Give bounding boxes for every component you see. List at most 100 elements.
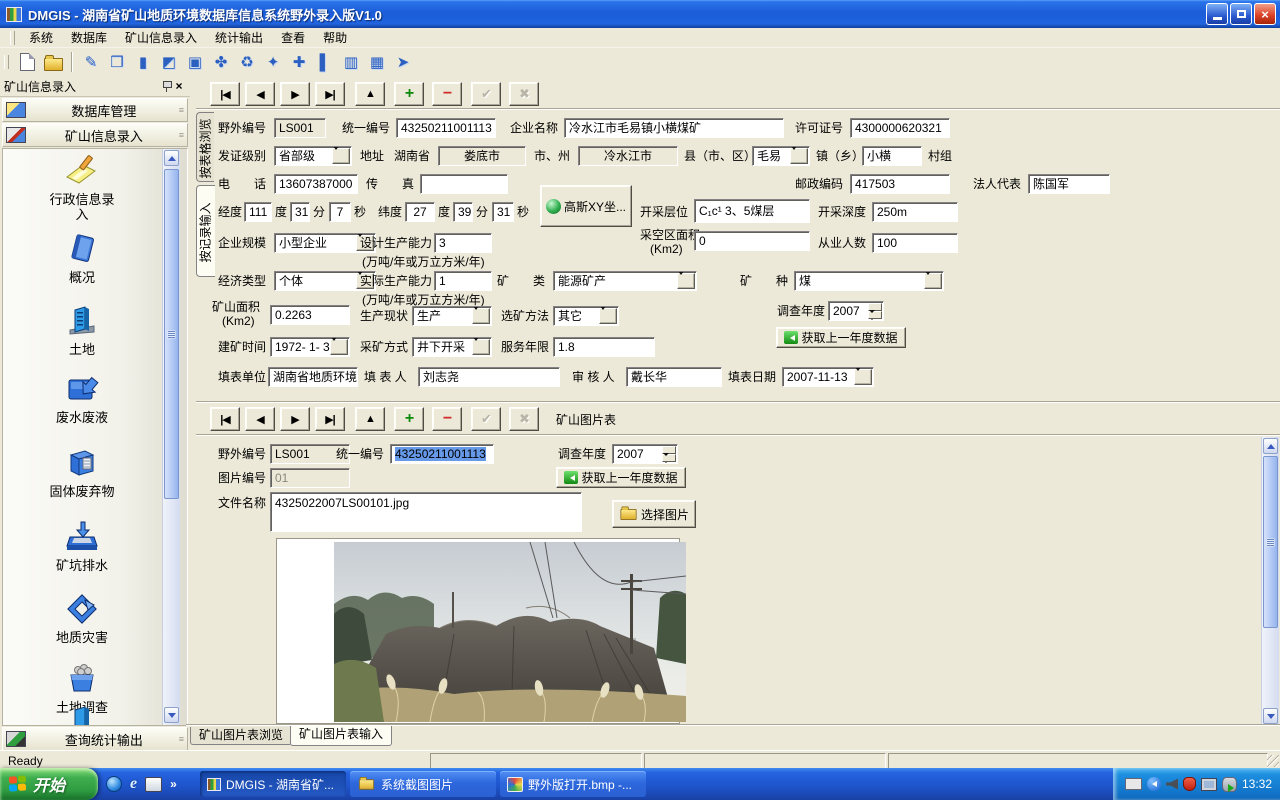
phone-input[interactable]: 13607387000 — [274, 174, 358, 194]
county-combo[interactable]: 毛易 — [752, 146, 810, 166]
actual-capacity-input[interactable]: 1 — [434, 271, 492, 291]
beneficiation-combo[interactable]: 其它 — [553, 306, 619, 326]
chevron-down-icon[interactable] — [790, 148, 808, 164]
close-button[interactable]: × — [1254, 3, 1276, 25]
photo-nav-add-button[interactable]: + — [394, 407, 424, 431]
mineral-kind-combo[interactable]: 煤 — [794, 271, 944, 291]
admin-entry-icon[interactable]: ✎ — [78, 51, 104, 73]
service-years-input[interactable]: 1.8 — [553, 337, 655, 357]
menu-view[interactable]: 查看 — [272, 27, 314, 48]
license-input[interactable]: 4300000620321 — [850, 118, 950, 138]
clock[interactable]: 13:32 — [1242, 777, 1272, 791]
taskbar-task-paint[interactable]: 野外版打开.bmp -... — [500, 771, 646, 797]
photo-nav-top-button[interactable]: ▲ — [355, 407, 385, 431]
get-previous-year-button[interactable]: 获取上一年度数据 — [776, 327, 906, 348]
photo-nav-cancel-button[interactable]: ✖ — [509, 407, 539, 431]
nav-next-button[interactable]: ▶ — [280, 82, 310, 106]
pin-icon[interactable] — [162, 80, 172, 92]
sidebar-group-database[interactable]: 数据库管理 ≡ — [2, 98, 188, 122]
sidebar-group-query-output[interactable]: 查询统计输出 ≡ — [2, 727, 188, 751]
mineral-class-combo[interactable]: 能源矿产 — [553, 271, 697, 291]
nav-prev-button[interactable]: ◀ — [245, 82, 275, 106]
exit-icon[interactable]: ➤ — [390, 51, 416, 73]
mining-method-combo[interactable]: 井下开采 — [412, 337, 492, 357]
photo-nav-last-button[interactable]: ▶| — [315, 407, 345, 431]
language-icon[interactable] — [1147, 777, 1161, 791]
sidebar-close-icon[interactable]: × — [172, 79, 186, 93]
taskbar-task-folder[interactable]: 系统截图图片 — [350, 771, 496, 797]
nav-top-button[interactable]: ▲ — [355, 82, 385, 106]
nav-commit-button[interactable]: ✔ — [471, 82, 501, 106]
nav-first-button[interactable]: |◀ — [210, 82, 240, 106]
globe-icon[interactable] — [106, 776, 122, 792]
sidebar-item-solid-waste[interactable]: 固体废弃物 — [23, 445, 141, 499]
stats-icon[interactable]: ✚ — [286, 51, 312, 73]
town-input[interactable]: 小横 — [862, 146, 922, 166]
sidebar-group-mine-entry[interactable]: 矿山信息录入 ≡ — [2, 123, 188, 147]
chevron-down-icon[interactable] — [472, 308, 490, 324]
sidebar-item-wastewater[interactable]: 废水废液 — [23, 371, 141, 425]
database-tray-icon[interactable] — [1222, 777, 1237, 792]
sidebar-item-pit-drainage[interactable]: 矿坑排水 — [23, 519, 141, 573]
scroll-up-icon[interactable] — [1263, 438, 1278, 454]
sidebar-item-land[interactable]: 土地 — [23, 303, 141, 357]
start-button[interactable]: 开始 — [0, 768, 98, 800]
ie-icon[interactable]: e — [130, 775, 137, 793]
photo-get-previous-year-button[interactable]: 获取上一年度数据 — [556, 467, 686, 488]
scroll-up-icon[interactable] — [164, 150, 179, 166]
chevron-more-icon[interactable]: » — [170, 777, 177, 791]
media-icon[interactable] — [145, 777, 162, 792]
tab-photo-input[interactable]: 矿山图片表输入 — [290, 726, 392, 746]
keyboard-icon[interactable] — [1125, 778, 1142, 790]
sidebar-scrollbar[interactable] — [162, 149, 180, 725]
taskbar-task-dmgis[interactable]: DMGIS - 湖南省矿... — [200, 771, 346, 797]
wastewater-icon[interactable]: ◩ — [156, 51, 182, 73]
spin-down-icon[interactable] — [662, 454, 676, 462]
cert-level-combo[interactable]: 省部级 — [274, 146, 352, 166]
menu-stat-output[interactable]: 统计输出 — [206, 27, 272, 48]
volume-icon[interactable] — [1166, 779, 1178, 790]
mining-layer-input[interactable]: C₁c¹ 3、5煤层 — [694, 199, 810, 223]
land-survey-icon[interactable]: ✦ — [260, 51, 286, 73]
photo-nav-next-button[interactable]: ▶ — [280, 407, 310, 431]
menu-database[interactable]: 数据库 — [62, 27, 116, 48]
nav-last-button[interactable]: ▶| — [315, 82, 345, 106]
sidebar-item-overview[interactable]: 概况 — [23, 231, 141, 285]
city-input[interactable]: 娄底市 — [438, 146, 526, 166]
sidebar-item-partial[interactable] — [23, 701, 141, 726]
solid-waste-icon[interactable]: ▣ — [182, 51, 208, 73]
company-input[interactable]: 冷水江市毛易镇小横煤矿 — [564, 118, 784, 138]
latitude-min-input[interactable]: 39 — [453, 202, 473, 222]
photo-nav-commit-button[interactable]: ✔ — [471, 407, 501, 431]
scrollbar-thumb[interactable] — [1263, 456, 1278, 628]
survey-year-spinner[interactable]: 2007 — [828, 301, 884, 321]
photo-nav-delete-button[interactable]: − — [432, 407, 462, 431]
select-image-button[interactable]: 选择图片 — [612, 500, 696, 528]
scroll-down-icon[interactable] — [164, 707, 179, 723]
resize-grip[interactable] — [1267, 755, 1279, 767]
mine-area-input[interactable]: 0.2263 — [270, 305, 350, 325]
spin-down-icon[interactable] — [868, 311, 882, 319]
menu-system[interactable]: 系统 — [20, 27, 62, 48]
nav-cancel-button[interactable]: ✖ — [509, 82, 539, 106]
chevron-down-icon[interactable] — [332, 148, 350, 164]
photo-survey-year-spinner[interactable]: 2007 — [612, 444, 678, 464]
build-time-combo[interactable]: 1972- 1- 3 — [270, 337, 350, 357]
field-no-input[interactable]: LS001 — [274, 118, 326, 138]
menu-help[interactable]: 帮助 — [314, 27, 356, 48]
photo-unified-no-input[interactable]: 43250211001113 — [390, 444, 494, 464]
chevron-down-icon[interactable] — [330, 339, 348, 355]
pit-drainage-icon[interactable]: ✤ — [208, 51, 234, 73]
design-capacity-input[interactable]: 3 — [434, 233, 492, 253]
workers-input[interactable]: 100 — [872, 233, 958, 253]
production-status-combo[interactable]: 生产 — [412, 306, 492, 326]
chevron-down-icon[interactable] — [924, 273, 942, 289]
tab-table-browse-label[interactable]: 按表格浏览 — [197, 117, 214, 181]
fax-input[interactable] — [420, 174, 508, 194]
form-date-combo[interactable]: 2007-11-13 — [782, 367, 874, 387]
goaf-area-input[interactable]: 0 — [694, 231, 810, 251]
chevron-down-icon[interactable] — [677, 273, 695, 289]
chevron-down-icon[interactable] — [472, 339, 490, 355]
table-icon[interactable]: ▥ — [338, 51, 364, 73]
gauss-xy-button[interactable]: 高斯XY坐... — [540, 185, 632, 227]
